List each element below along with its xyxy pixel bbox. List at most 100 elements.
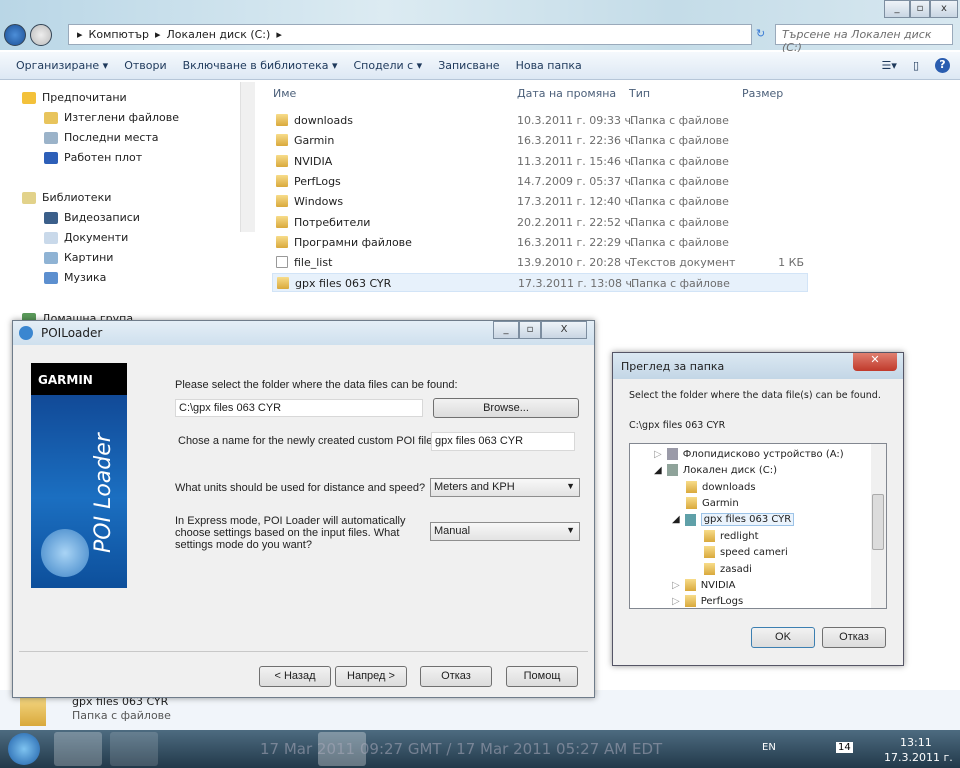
close-button[interactable]: x [930, 0, 958, 18]
view-icon[interactable]: ☰▾ [882, 59, 897, 72]
nav-pictures[interactable]: Картини [44, 251, 113, 264]
mode-select[interactable]: Manual ▼ [430, 522, 580, 541]
browse-button[interactable]: Browse... [433, 398, 579, 418]
help-icon[interactable]: ? [935, 58, 950, 73]
halflife-taskbar-icon[interactable] [215, 732, 263, 766]
cancel-button[interactable]: Отказ [420, 666, 492, 687]
file-date: 14.7.2009 г. 05:37 ч. [517, 174, 635, 188]
nav-label: Документи [64, 231, 129, 244]
cancel-button[interactable]: Отказ [822, 627, 886, 648]
new-folder-button[interactable]: Нова папка [516, 59, 582, 72]
nav-favorites[interactable]: Предпочитани [22, 91, 127, 104]
column-size[interactable]: Размер [742, 87, 783, 100]
file-row[interactable]: Потребители 20.2.2011 г. 22:52 ч. Папка с … [272, 213, 808, 232]
back-button[interactable] [4, 24, 26, 46]
nav-downloads[interactable]: Изтеглени файлове [44, 111, 179, 124]
ie-taskbar-icon[interactable] [110, 732, 158, 766]
open-button[interactable]: Отвори [124, 59, 166, 72]
refresh-icon[interactable]: ↻ [756, 27, 765, 40]
nav-videos[interactable]: Видеозаписи [44, 211, 140, 224]
minimize-button[interactable]: _ [493, 321, 519, 339]
tree-item[interactable]: ▷ NVIDIA [672, 579, 735, 591]
clock-time[interactable]: 13:11 [900, 736, 932, 749]
units-label: What units should be used for distance a… [175, 482, 426, 494]
minimize-button[interactable]: _ [884, 0, 910, 18]
poi-globe-icon [41, 529, 89, 577]
address-bar[interactable]: ▸ Компютър ▸ Локален диск (C:) ▸ [68, 24, 752, 45]
tree-item[interactable]: redlight [704, 530, 759, 542]
explorer-taskbar-icon[interactable] [54, 732, 102, 766]
ok-button[interactable]: OK [751, 627, 815, 648]
folder-label: Please select the folder where the data … [175, 379, 458, 391]
file-name: Програмни файлове [294, 235, 412, 249]
tray-badge[interactable]: 14 [836, 742, 853, 753]
drive-icon [666, 464, 678, 476]
nav-scrollbar[interactable] [240, 82, 255, 232]
folder-icon [704, 563, 715, 575]
start-button[interactable] [8, 733, 40, 765]
tree-item[interactable]: Garmin [686, 497, 739, 509]
file-type: Папка с файлове [630, 154, 729, 168]
nav-libraries[interactable]: Библиотеки [22, 191, 111, 204]
tree-item[interactable]: speed cameri [704, 546, 788, 558]
clock-date[interactable]: 17.3.2011 г. [884, 751, 953, 764]
file-row[interactable]: Windows 17.3.2011 г. 12:40 ч. Папка с файл… [272, 192, 808, 211]
search-input[interactable]: Търсене на Локален диск (C:) [775, 24, 953, 54]
file-row[interactable]: file_list 13.9.2010 г. 20:28 ч. Текстов до… [272, 253, 808, 272]
file-row[interactable]: PerfLogs 14.7.2009 г. 05:37 ч. Папка с фай… [272, 172, 808, 191]
back-button[interactable]: < Назад [259, 666, 331, 687]
close-button[interactable]: X [541, 321, 587, 339]
folder-icon [276, 134, 288, 147]
file-date: 20.2.2011 г. 22:52 ч. [517, 215, 635, 229]
tree-scrollbar[interactable] [871, 444, 886, 608]
folder-tree[interactable]: ▷ Флопидисково устройство (A:) ◢ Локален д… [629, 443, 887, 609]
tree-item[interactable]: zasadi [704, 563, 752, 575]
nav-label: Работен плот [64, 151, 143, 164]
tree-label: zasadi [720, 563, 752, 575]
breadcrumb-drive[interactable]: Локален диск (C:) [167, 28, 271, 41]
file-row[interactable]: downloads 10.3.2011 г. 09:33 ч. Папка с фа… [272, 111, 808, 130]
nav-music[interactable]: Музика [44, 271, 106, 284]
scroll-thumb[interactable] [872, 494, 884, 550]
tree-label: speed cameri [720, 546, 788, 558]
folder-icon [276, 154, 288, 167]
next-button[interactable]: Напред > [335, 666, 407, 687]
file-row[interactable]: Програмни файлове 16.3.2011 г. 22:29 ч. Па… [272, 233, 808, 252]
share-button[interactable]: Сподели с ▾ [353, 59, 422, 72]
help-button[interactable]: Помощ [506, 666, 578, 687]
folder-icon [276, 235, 288, 248]
file-name: downloads [294, 114, 353, 127]
nav-recent[interactable]: Последни места [44, 131, 159, 144]
language-indicator[interactable]: EN [762, 742, 776, 753]
tree-item-drive-c[interactable]: ◢ Локален диск (C:) [654, 464, 777, 476]
chevron-down-icon: ▼ [566, 525, 575, 535]
maximize-button[interactable]: ▫ [910, 0, 930, 18]
app-taskbar-icon[interactable] [160, 732, 208, 766]
nav-desktop[interactable]: Работен плот [44, 151, 142, 164]
file-row[interactable]: NVIDIA 11.3.2011 г. 15:46 ч. Папка с файло… [272, 152, 808, 171]
file-row[interactable]: Garmin 16.3.2011 г. 22:36 ч. Папка с файло… [272, 131, 808, 150]
preview-pane-icon[interactable]: ▯ [913, 59, 919, 72]
column-type[interactable]: Тип [629, 87, 650, 100]
burn-button[interactable]: Записване [438, 59, 499, 72]
nav-documents[interactable]: Документи [44, 231, 128, 244]
folder-input[interactable]: C:\gpx files 063 CYR [175, 399, 423, 417]
include-library-button[interactable]: Включване в библиотека ▾ [183, 59, 338, 72]
tree-item-floppy[interactable]: ▷ Флопидисково устройство (A:) [654, 448, 844, 460]
forward-button[interactable] [30, 24, 52, 46]
breadcrumb-computer[interactable]: Компютър [89, 28, 149, 41]
column-date[interactable]: Дата на промяна [517, 87, 616, 100]
units-select[interactable]: Meters and KPH ▼ [430, 478, 580, 497]
poi-name-input[interactable]: gpx files 063 CYR [431, 432, 575, 451]
tree-item[interactable]: ▷ PerfLogs [672, 595, 743, 607]
tree-item[interactable]: downloads [686, 481, 756, 493]
dialog-title: Преглед за папка [621, 360, 725, 373]
file-type: Папка с файлове [630, 174, 729, 188]
column-name[interactable]: Име [273, 87, 296, 100]
poiloader-icon [19, 326, 33, 340]
file-row[interactable]: gpx files 063 CYR 17.3.2011 г. 13:08 ч. Па… [272, 273, 808, 293]
tree-item-selected[interactable]: ◢ gpx files 063 CYR [672, 513, 795, 526]
close-button[interactable]: ✕ [853, 353, 897, 371]
organize-button[interactable]: Организиране ▾ [16, 59, 108, 72]
maximize-button[interactable]: ▫ [519, 321, 541, 339]
